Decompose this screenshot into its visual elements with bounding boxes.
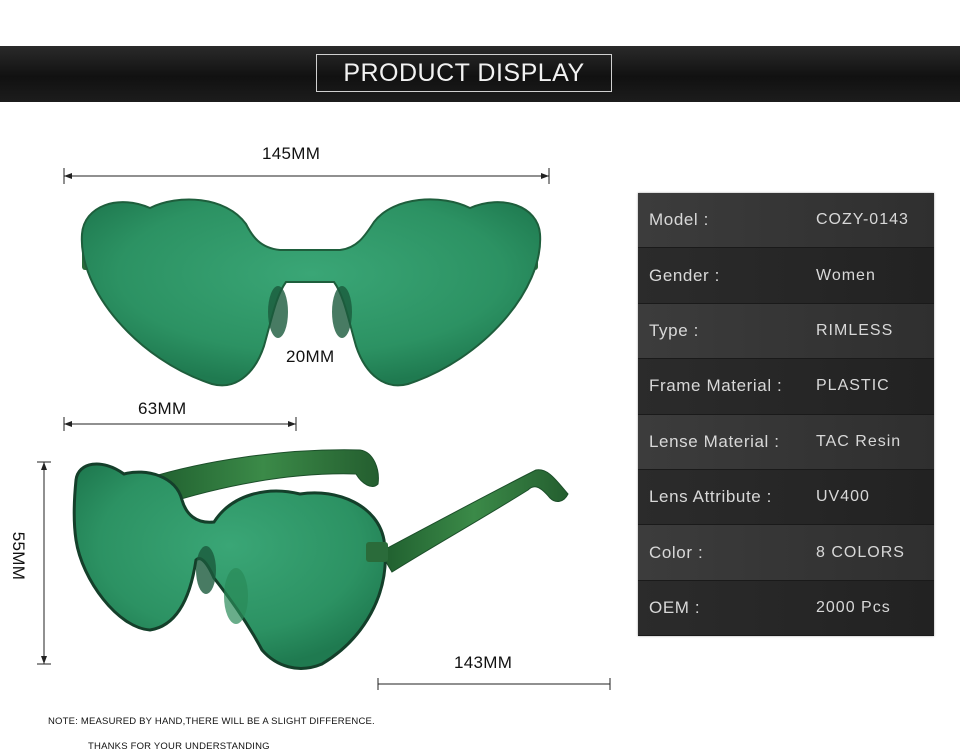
spec-value: TAC Resin [816,432,902,450]
lens-width-label: 63MM [138,399,187,418]
spec-row-type: Type : RIMLESS [638,303,934,360]
spec-label: Model : [649,210,709,230]
spec-label: Type : [649,320,699,340]
spec-value: Women [816,266,876,284]
temple-length-dimension-line [377,678,611,690]
spec-label: Gender : [649,265,720,285]
spec-value: 8 COLORS [816,543,905,561]
spec-value: COZY-0143 [816,211,909,229]
spec-row-color: Color : 8 COLORS [638,525,934,581]
spec-label: Lens Attribute : [649,487,773,507]
side-view-glasses [72,449,569,670]
spec-row-model: Model : COZY-0143 [638,193,934,249]
spec-value: PLASTIC [816,377,890,395]
spec-row-gender: Gender : Women [638,248,934,304]
bridge-width-label: 20MM [286,347,335,366]
temple-length-label: 143MM [454,653,513,672]
spec-row-frame-material: Frame Material : PLASTIC [638,359,934,415]
spec-table: Model : COZY-0143 Gender : Women Type : … [638,193,934,637]
spec-label: Lense Material : [649,431,780,451]
lens-width-dimension-line [63,417,297,431]
lens-height-label: 55MM [9,531,29,581]
lens-height-dimension-line [37,461,51,665]
spec-value: RIMLESS [816,321,894,339]
spec-label: OEM : [649,597,701,617]
spec-value: UV400 [816,488,870,506]
spec-row-oem: OEM : 2000 Pcs [638,580,934,637]
width-dimension-line [63,168,550,184]
spec-value: 2000 Pcs [816,598,891,616]
spec-row-lens-attribute: Lens Attribute : UV400 [638,469,934,526]
spec-row-lense-material: Lense Material : TAC Resin [638,414,934,470]
measurement-note: NOTE: MEASURED BY HAND,THERE WILL BE A S… [48,716,375,727]
spec-label: Frame Material : [649,376,783,396]
total-width-label: 145MM [262,144,321,163]
spec-label: Color : [649,542,704,562]
thanks-note: THANKS FOR YOUR UNDERSTANDING [88,741,270,752]
